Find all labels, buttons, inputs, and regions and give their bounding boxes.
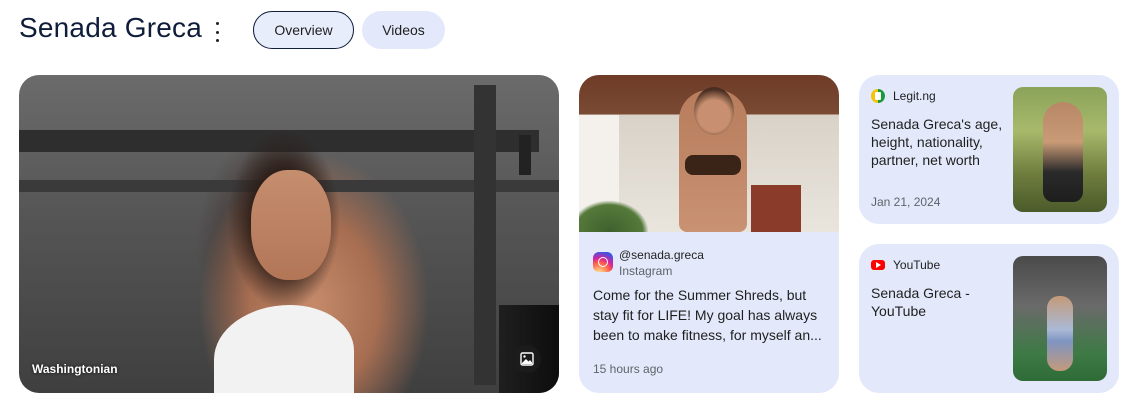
more-options-icon[interactable] xyxy=(210,22,224,42)
post-time: 15 hours ago xyxy=(593,362,664,376)
result-title: Senada Greca - YouTube xyxy=(871,285,970,319)
source-name: Legit.ng xyxy=(893,89,936,103)
result-thumbnail xyxy=(1013,87,1107,212)
hero-source-label: Washingtonian xyxy=(32,362,118,376)
source-row: YouTube xyxy=(871,258,940,272)
youtube-result-card[interactable]: YouTube Senada Greca - YouTube xyxy=(859,244,1119,393)
legit-result-card[interactable]: Legit.ng Senada Greca's age, height, nat… xyxy=(859,75,1119,224)
source-name: YouTube xyxy=(893,258,941,272)
hero-photo xyxy=(19,75,559,393)
instagram-icon xyxy=(593,252,613,272)
post-description: Come for the Summer Shreds, but stay fit… xyxy=(593,287,822,343)
page-title: Senada Greca xyxy=(19,12,202,43)
source-site: Instagram xyxy=(619,264,673,278)
result-date: Jan 21, 2024 xyxy=(871,195,941,209)
tab-videos[interactable]: Videos xyxy=(362,11,445,49)
hero-image-card[interactable]: Washingtonian xyxy=(19,75,559,393)
instagram-result-card[interactable]: @senada.greca Instagram Come for the Sum… xyxy=(579,75,839,393)
source-handle: @senada.greca xyxy=(619,248,704,262)
result-title: Senada Greca's age, height, nationality,… xyxy=(871,116,1003,168)
source-row: @senada.greca Instagram xyxy=(593,248,704,279)
legit-icon xyxy=(871,89,885,103)
video-thumbnail xyxy=(1013,256,1107,381)
youtube-icon xyxy=(871,260,885,270)
source-row: Legit.ng xyxy=(871,89,936,103)
tab-overview[interactable]: Overview xyxy=(253,11,354,49)
instagram-thumbnail xyxy=(579,75,839,232)
image-icon[interactable] xyxy=(513,345,541,373)
